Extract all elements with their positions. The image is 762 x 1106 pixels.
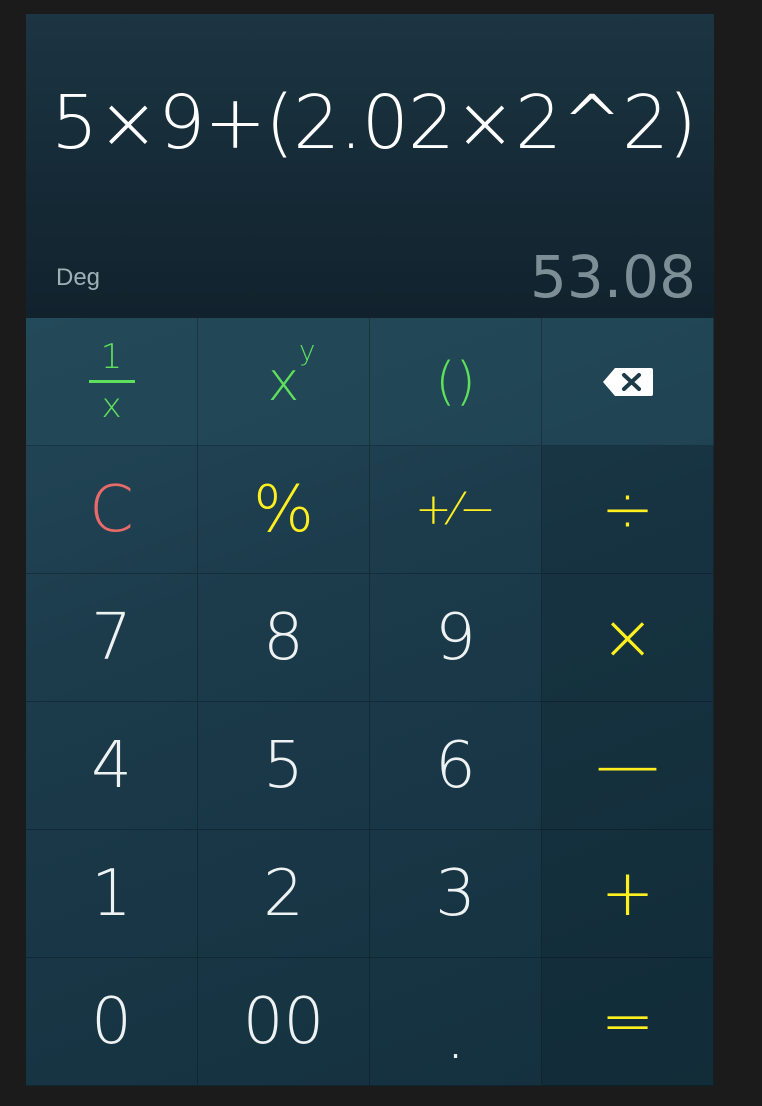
double-zero-button[interactable]: 00 — [198, 958, 370, 1086]
digit-3-button[interactable]: 3 — [370, 830, 542, 958]
divide-button[interactable]: ÷ — [542, 446, 714, 574]
backspace-button[interactable] — [542, 318, 714, 446]
digit-2-button[interactable]: 2 — [198, 830, 370, 958]
display-panel: 5×9+(2.02×2^2) Deg 53.08 — [26, 14, 714, 318]
plus-minus-button[interactable]: +⁄− — [370, 446, 542, 574]
digit-8-button[interactable]: 8 — [198, 574, 370, 702]
power-exponent: y — [298, 333, 316, 367]
decimal-button[interactable]: . — [370, 958, 542, 1086]
power-base: x — [267, 349, 300, 413]
digit-1-button[interactable]: 1 — [26, 830, 198, 958]
fraction-bar — [88, 380, 135, 383]
keypad: 1 x xy () C % +⁄− ÷ 7 8 9 × 4 5 6 — 1 2 … — [26, 318, 714, 1086]
calculator-app: 5×9+(2.02×2^2) Deg 53.08 1 x xy () C % +… — [26, 14, 714, 1086]
power-label: xy — [268, 336, 316, 409]
clear-button[interactable]: C — [26, 446, 198, 574]
reciprocal-numerator: 1 — [100, 337, 123, 377]
reciprocal-denominator: x — [101, 386, 122, 426]
multiply-button[interactable]: × — [542, 574, 714, 702]
parentheses-label: () — [435, 351, 476, 412]
digit-7-button[interactable]: 7 — [26, 574, 198, 702]
percent-button[interactable]: % — [198, 446, 370, 574]
reciprocal-button[interactable]: 1 x — [26, 318, 198, 446]
equals-button[interactable]: = — [542, 958, 714, 1086]
power-button[interactable]: xy — [198, 318, 370, 446]
digit-6-button[interactable]: 6 — [370, 702, 542, 830]
expression-display: 5×9+(2.02×2^2) — [51, 80, 697, 166]
angle-mode-indicator[interactable]: Deg — [56, 264, 100, 292]
digit-0-button[interactable]: 0 — [26, 958, 198, 1086]
backspace-icon — [602, 367, 653, 396]
digit-4-button[interactable]: 4 — [26, 702, 198, 830]
plus-button[interactable]: + — [542, 830, 714, 958]
parentheses-button[interactable]: () — [370, 318, 542, 446]
result-display: 53.08 — [529, 243, 696, 311]
digit-9-button[interactable]: 9 — [370, 574, 542, 702]
digit-5-button[interactable]: 5 — [198, 702, 370, 830]
reciprocal-label: 1 x — [88, 337, 135, 426]
minus-button[interactable]: — — [542, 702, 714, 830]
plus-minus-label: +⁄− — [414, 483, 497, 535]
